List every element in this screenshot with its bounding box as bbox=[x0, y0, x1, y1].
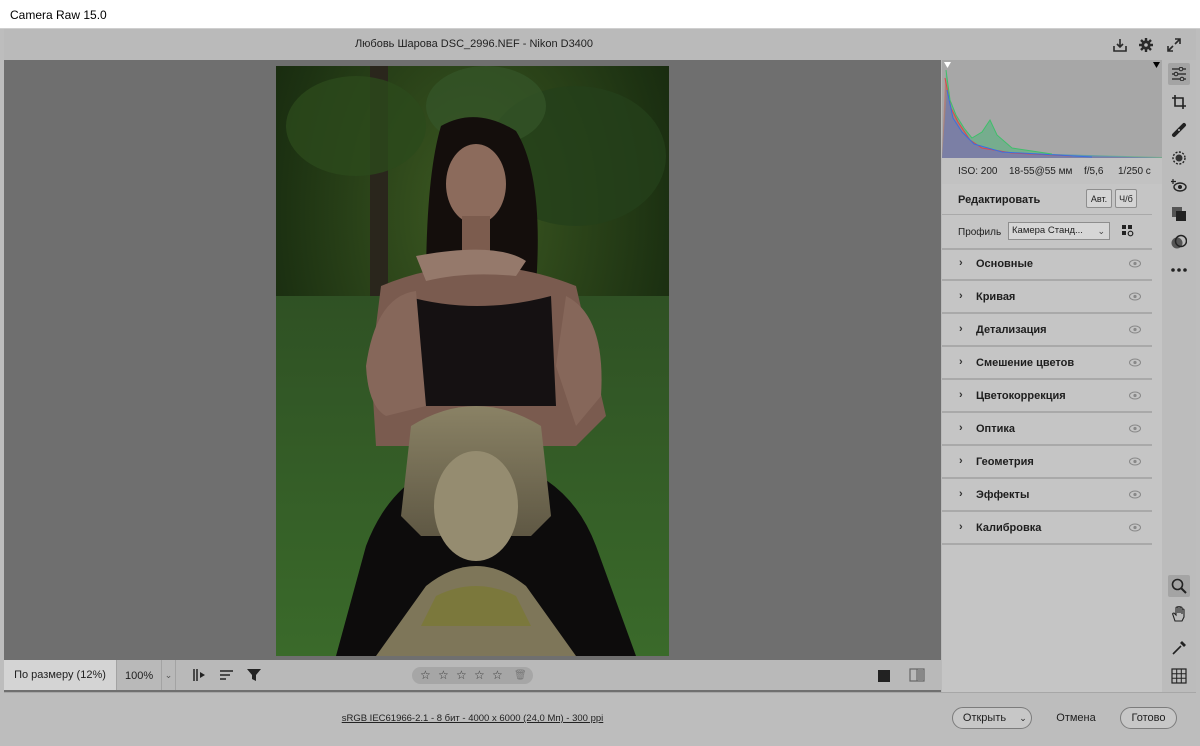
chevron-right-icon: › bbox=[959, 257, 963, 269]
section-label: Цветокоррекция bbox=[976, 390, 1066, 402]
filter-icon[interactable] bbox=[246, 668, 262, 682]
profile-row: Профиль Камера Станд... ⌄ bbox=[942, 215, 1152, 250]
auto-button[interactable]: Авт. bbox=[1086, 189, 1112, 208]
more-icon[interactable] bbox=[1168, 259, 1190, 281]
iso-value: ISO: 200 bbox=[958, 166, 998, 177]
eye-icon[interactable] bbox=[1129, 424, 1141, 433]
healing-brush-icon[interactable] bbox=[1168, 119, 1190, 141]
edit-sliders-icon[interactable] bbox=[1168, 63, 1190, 85]
zoom-value: 100% bbox=[125, 670, 154, 682]
workflow-options-link[interactable]: sRGB IEC61966-2.1 - 8 бит - 4000 x 6000 … bbox=[4, 713, 941, 724]
section-color-grading[interactable]: › Цветокоррекция bbox=[942, 380, 1152, 413]
tool-strip bbox=[1162, 60, 1196, 692]
edit-title: Редактировать bbox=[958, 194, 1041, 206]
eye-icon[interactable] bbox=[1129, 490, 1141, 499]
section-label: Оптика bbox=[976, 423, 1015, 435]
masking-icon[interactable] bbox=[1168, 147, 1190, 169]
chevron-right-icon: › bbox=[959, 455, 963, 467]
star-icon[interactable]: ☆ bbox=[474, 668, 485, 682]
filmstrip-toggle-icon[interactable] bbox=[192, 668, 208, 682]
section-curve[interactable]: › Кривая bbox=[942, 281, 1152, 314]
star-icon[interactable]: ☆ bbox=[492, 668, 503, 682]
window-title: Camera Raw 15.0 bbox=[10, 8, 107, 22]
section-basic[interactable]: › Основные bbox=[942, 248, 1152, 281]
chevron-right-icon: › bbox=[959, 389, 963, 401]
stop-icon[interactable] bbox=[878, 670, 890, 682]
profile-label: Профиль bbox=[958, 227, 1002, 238]
settings-gear-icon[interactable] bbox=[1136, 35, 1156, 55]
hand-icon[interactable] bbox=[1168, 603, 1190, 625]
edit-panel-column: ISO: 200 18-55@55 мм f/5,6 1/250 с Редак… bbox=[942, 60, 1162, 692]
cancel-button[interactable]: Отмена bbox=[1046, 707, 1106, 729]
zoom-level-select[interactable]: 100% ⌄ bbox=[116, 660, 176, 690]
lens-value: 18-55@55 мм bbox=[1009, 166, 1073, 177]
black-white-button[interactable]: Ч/б bbox=[1115, 189, 1137, 208]
eye-icon[interactable] bbox=[1129, 325, 1141, 334]
section-label: Эффекты bbox=[976, 489, 1030, 501]
camera-info: ISO: 200 18-55@55 мм f/5,6 1/250 с bbox=[942, 158, 1162, 184]
histogram bbox=[942, 60, 1162, 158]
shutter-value: 1/250 с bbox=[1118, 166, 1151, 177]
section-label: Смешение цветов bbox=[976, 357, 1075, 369]
section-label: Кривая bbox=[976, 291, 1016, 303]
section-calibration[interactable]: › Калибровка bbox=[942, 512, 1152, 545]
section-geometry[interactable]: › Геометрия bbox=[942, 446, 1152, 479]
done-button[interactable]: Готово bbox=[1120, 707, 1177, 729]
section-detail[interactable]: › Детализация bbox=[942, 314, 1152, 347]
white-balance-icon[interactable] bbox=[1168, 637, 1190, 659]
section-effects[interactable]: › Эффекты bbox=[942, 479, 1152, 512]
star-icon[interactable]: ☆ bbox=[438, 668, 449, 682]
edit-header: Редактировать Авт. Ч/б bbox=[942, 184, 1152, 215]
eye-icon[interactable] bbox=[1129, 391, 1141, 400]
eye-icon[interactable] bbox=[1129, 457, 1141, 466]
section-label: Основные bbox=[976, 258, 1033, 270]
eye-icon[interactable] bbox=[1129, 523, 1141, 532]
chevron-right-icon: › bbox=[959, 488, 963, 500]
section-optics[interactable]: › Оптика bbox=[942, 413, 1152, 446]
zoom-icon[interactable] bbox=[1168, 575, 1190, 597]
grid-icon[interactable] bbox=[1168, 665, 1190, 687]
crop-icon[interactable] bbox=[1168, 91, 1190, 113]
sort-icon[interactable] bbox=[219, 668, 235, 682]
chevron-down-icon[interactable]: ⌄ bbox=[161, 660, 175, 690]
aperture-value: f/5,6 bbox=[1084, 166, 1104, 177]
chevron-right-icon: › bbox=[959, 422, 963, 434]
star-rating[interactable]: ☆ ☆ ☆ ☆ ☆ 🗑 bbox=[412, 667, 533, 684]
open-options-chevron-icon[interactable]: ⌄ bbox=[1015, 707, 1032, 729]
save-image-icon[interactable] bbox=[1110, 35, 1130, 55]
presets-icon[interactable] bbox=[1168, 231, 1190, 253]
bottom-bar: sRGB IEC61966-2.1 - 8 бит - 4000 x 6000 … bbox=[4, 692, 1196, 745]
preview-photo bbox=[276, 66, 669, 656]
window-titlebar: Camera Raw 15.0 bbox=[0, 0, 1200, 29]
profile-value: Камера Станд... bbox=[1012, 225, 1083, 236]
profile-browser-icon[interactable] bbox=[1122, 224, 1134, 237]
eye-icon[interactable] bbox=[1129, 358, 1141, 367]
section-label: Детализация bbox=[976, 324, 1047, 336]
chevron-right-icon: › bbox=[959, 356, 963, 368]
star-icon[interactable]: ☆ bbox=[420, 668, 431, 682]
fit-to-view-button[interactable]: По размеру (12%) bbox=[4, 660, 116, 690]
filmstrip-toolbar: По размеру (12%) 100% ⌄ ☆ ☆ ☆ ☆ ☆ 🗑 bbox=[4, 660, 941, 690]
snapshots-icon[interactable] bbox=[1168, 203, 1190, 225]
before-after-icon[interactable] bbox=[909, 668, 925, 682]
section-color-mixer[interactable]: › Смешение цветов bbox=[942, 347, 1152, 380]
profile-select[interactable]: Камера Станд... ⌄ bbox=[1008, 222, 1110, 240]
star-icon[interactable]: ☆ bbox=[456, 668, 467, 682]
red-eye-icon[interactable] bbox=[1168, 175, 1190, 197]
fullscreen-icon[interactable] bbox=[1164, 35, 1184, 55]
open-button[interactable]: Открыть bbox=[952, 707, 1017, 729]
image-canvas[interactable]: По размеру (12%) 100% ⌄ ☆ ☆ ☆ ☆ ☆ 🗑 bbox=[4, 60, 941, 692]
document-bar: Любовь Шарова DSC_2996.NEF - Nikon D3400 bbox=[4, 29, 1196, 60]
eye-icon[interactable] bbox=[1129, 292, 1141, 301]
document-title: Любовь Шарова DSC_2996.NEF - Nikon D3400 bbox=[354, 38, 594, 50]
trash-icon[interactable]: 🗑 bbox=[514, 670, 527, 681]
chevron-down-icon: ⌄ bbox=[1097, 226, 1105, 236]
section-label: Калибровка bbox=[976, 522, 1042, 534]
section-label: Геометрия bbox=[976, 456, 1034, 468]
chevron-right-icon: › bbox=[959, 521, 963, 533]
chevron-right-icon: › bbox=[959, 323, 963, 335]
chevron-right-icon: › bbox=[959, 290, 963, 302]
camera-raw-frame: Любовь Шарова DSC_2996.NEF - Nikon D3400 bbox=[4, 29, 1196, 745]
eye-icon[interactable] bbox=[1129, 259, 1141, 268]
